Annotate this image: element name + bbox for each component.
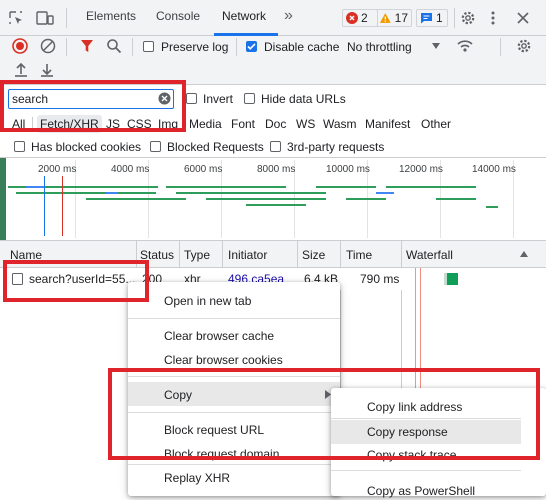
tick-label: 12000 ms xyxy=(399,164,443,175)
more-options-icon[interactable] xyxy=(490,10,496,26)
menu-clear-browser-cache[interactable]: Clear browser cache xyxy=(164,327,274,345)
error-icon xyxy=(346,12,358,24)
invert-label: Invert xyxy=(203,92,234,106)
tick-label: 8000 ms xyxy=(257,164,296,175)
menu-clear-browser-cookies[interactable]: Clear browser cookies xyxy=(164,351,283,369)
tab-network[interactable]: Network xyxy=(222,4,266,28)
disable-cache-checkbox[interactable] xyxy=(246,41,257,52)
highlight-frame-filter xyxy=(0,80,186,132)
submenu-copy-as-powershell[interactable]: Copy as PowerShell xyxy=(367,482,475,500)
tab-separator xyxy=(66,8,67,28)
message-icon xyxy=(421,13,432,24)
more-tabs-icon[interactable]: » xyxy=(284,4,293,28)
tick-label: 6000 ms xyxy=(184,164,223,175)
filter-type-font[interactable]: Font xyxy=(228,115,258,133)
column-time[interactable]: Time xyxy=(346,247,372,263)
filter-divider xyxy=(0,157,546,158)
filter-type-wasm[interactable]: Wasm xyxy=(320,115,360,133)
device-toolbar-icon[interactable] xyxy=(36,10,54,26)
column-waterfall[interactable]: Waterfall xyxy=(406,247,453,263)
overview-activity-graph xyxy=(8,176,498,236)
filter-type-ws[interactable]: WS xyxy=(293,115,318,133)
tick-label: 4000 ms xyxy=(111,164,150,175)
network-conditions-icon[interactable] xyxy=(456,38,474,54)
blocked-requests-label: Blocked Requests xyxy=(167,140,264,154)
tick-label: 14000 ms xyxy=(472,164,516,175)
warning-icon xyxy=(379,13,391,23)
sort-ascending-icon[interactable] xyxy=(520,251,528,257)
errors-count: 2 xyxy=(361,11,368,25)
import-har-icon[interactable] xyxy=(14,62,28,78)
hide-data-urls-label: Hide data URLs xyxy=(261,92,346,106)
filter-type-doc[interactable]: Doc xyxy=(262,115,289,133)
filter-type-other[interactable]: Other xyxy=(418,115,454,133)
third-party-requests-checkbox[interactable] xyxy=(270,141,281,152)
toolbar-separator xyxy=(236,38,237,56)
column-type[interactable]: Type xyxy=(184,247,210,263)
hide-data-urls-checkbox[interactable] xyxy=(244,93,255,104)
preserve-log-label: Preserve log xyxy=(161,40,229,54)
tab-elements[interactable]: Elements xyxy=(86,4,136,28)
info-badge[interactable]: 1 xyxy=(416,9,448,27)
network-settings-icon[interactable] xyxy=(516,38,532,54)
filter-funnel-icon[interactable] xyxy=(80,39,94,53)
waterfall-download-bar xyxy=(447,273,458,285)
column-size[interactable]: Size xyxy=(302,247,325,263)
toolbar-separator xyxy=(132,38,133,56)
highlight-frame-copy-response xyxy=(108,368,540,460)
export-har-icon[interactable] xyxy=(40,62,54,78)
chevron-down-icon[interactable] xyxy=(431,42,441,50)
settings-gear-icon[interactable] xyxy=(460,10,476,26)
menu-separator xyxy=(128,318,340,319)
errors-badge[interactable]: 2 xyxy=(342,9,378,27)
toolbar-separator xyxy=(66,38,67,56)
tick-label: 2000 ms xyxy=(38,164,77,175)
warnings-badge[interactable]: 17 xyxy=(376,9,412,27)
has-blocked-cookies-label: Has blocked cookies xyxy=(31,140,142,154)
tick-label: 10000 ms xyxy=(326,164,370,175)
close-devtools-icon[interactable] xyxy=(516,11,530,25)
clear-icon[interactable] xyxy=(40,38,56,54)
inspect-element-icon[interactable] xyxy=(8,10,24,26)
tab-console[interactable]: Console xyxy=(156,4,200,28)
menu-separator xyxy=(331,470,521,471)
warnings-count: 17 xyxy=(394,11,408,25)
blocked-requests-checkbox[interactable] xyxy=(150,141,161,152)
request-time: 790 ms xyxy=(360,272,400,286)
toolbar-separator xyxy=(500,38,501,56)
has-blocked-cookies-checkbox[interactable] xyxy=(14,141,25,152)
throttling-select[interactable]: No throttling xyxy=(347,39,412,55)
record-stop-icon[interactable] xyxy=(12,38,28,54)
search-icon[interactable] xyxy=(106,38,122,54)
filter-type-manifest[interactable]: Manifest xyxy=(362,115,413,133)
menu-open-in-new-tab[interactable]: Open in new tab xyxy=(164,292,251,310)
info-count: 1 xyxy=(436,11,443,25)
column-initiator[interactable]: Initiator xyxy=(228,247,267,263)
highlight-frame-request xyxy=(3,260,149,302)
preserve-log-checkbox[interactable] xyxy=(143,41,154,52)
filter-type-media[interactable]: Media xyxy=(186,115,225,133)
menu-separator xyxy=(128,464,340,465)
tab-separator xyxy=(454,8,455,28)
disable-cache-label: Disable cache xyxy=(264,40,340,54)
invert-checkbox[interactable] xyxy=(186,93,197,104)
menu-replay-xhr[interactable]: Replay XHR xyxy=(164,469,230,487)
third-party-requests-label: 3rd-party requests xyxy=(287,140,385,154)
